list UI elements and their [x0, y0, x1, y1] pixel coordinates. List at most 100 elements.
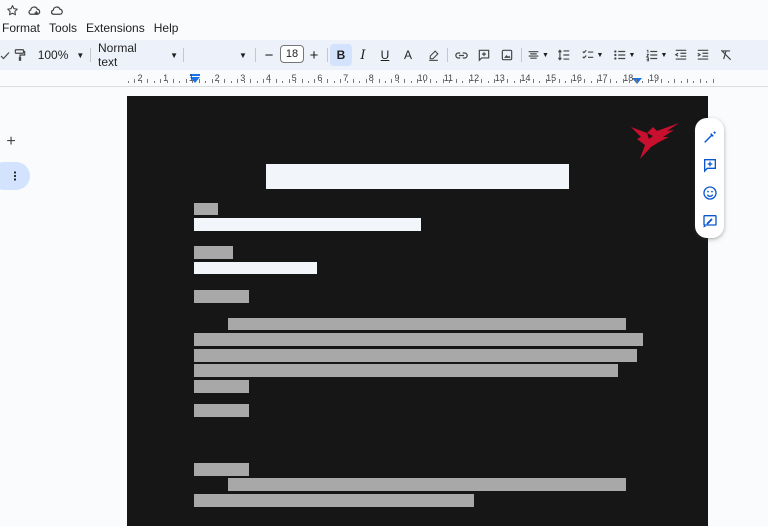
ruler-tick: [211, 79, 213, 83]
ruler-tick: [616, 81, 618, 83]
ruler-tick: [140, 81, 142, 83]
document-page[interactable]: [127, 96, 708, 526]
chevron-down-icon: ▼: [542, 51, 549, 59]
move-to-drive-icon[interactable]: [26, 2, 42, 18]
align-button[interactable]: ▼: [524, 44, 552, 66]
outline-toggle[interactable]: [0, 162, 30, 190]
add-tab-button[interactable]: +: [4, 133, 18, 150]
star-icon[interactable]: [4, 2, 20, 18]
ruler-tick: [423, 81, 425, 83]
redacted-text-line: [194, 380, 249, 393]
magic-pencil-icon[interactable]: [699, 126, 720, 147]
ruler-tick: [262, 79, 264, 83]
ruler-tick: [622, 79, 624, 83]
highlight-icon[interactable]: [422, 44, 444, 66]
font-select[interactable]: ▼: [236, 44, 250, 66]
ruler-tick: [680, 81, 682, 83]
ruler-tick: [198, 79, 200, 83]
ruler-tick: [205, 81, 207, 83]
ruler-tick: [314, 79, 316, 83]
decrease-font-size-button[interactable]: −: [258, 44, 280, 66]
link-icon[interactable]: [450, 44, 472, 66]
ruler-tick: [667, 81, 669, 83]
ruler-tick: [526, 81, 528, 83]
ruler-tick: [449, 81, 451, 83]
ruler-tick: [282, 81, 284, 83]
paint-format-icon[interactable]: [9, 44, 31, 66]
ruler-tick: [359, 81, 361, 83]
ruler-tick: [648, 79, 650, 83]
menu-bar: Format Tools Extensions Help: [0, 18, 183, 38]
ruler-tick: [436, 81, 438, 83]
right-indent-marker[interactable]: [632, 78, 642, 84]
ruler-tick: [699, 79, 701, 83]
underline-button[interactable]: U: [374, 44, 396, 66]
ruler-tick: [532, 79, 534, 83]
ruler-tick: [224, 79, 226, 83]
insert-image-icon[interactable]: [496, 44, 518, 66]
ruler-tick: [128, 81, 129, 83]
italic-button[interactable]: I: [352, 44, 374, 66]
ruler-tick: [571, 79, 573, 83]
ruler-tick: [519, 79, 521, 83]
ruler-tick: [635, 79, 637, 83]
checklist-icon: [581, 49, 593, 59]
cloud-status-icon[interactable]: [48, 2, 64, 18]
increase-font-size-button[interactable]: +: [303, 44, 325, 66]
more-vert-icon: [13, 171, 17, 181]
line-spacing-icon[interactable]: [553, 44, 575, 66]
suggest-edits-icon[interactable]: [699, 210, 720, 231]
chevron-down-icon: ▼: [170, 50, 178, 60]
ruler-tick: [192, 81, 194, 83]
ruler-tick: [230, 81, 232, 83]
chevron-down-icon: ▼: [239, 50, 247, 60]
ruler-tick: [301, 79, 303, 83]
ruler-tick: [603, 81, 605, 83]
insert-comment-icon[interactable]: [473, 44, 495, 66]
redacted-text-line: [194, 333, 643, 346]
increase-indent-icon[interactable]: [692, 44, 714, 66]
redacted-label: [194, 246, 233, 259]
text-color-button[interactable]: A: [397, 44, 419, 66]
ruler-tick: [256, 81, 258, 83]
bulleted-list-icon: [613, 50, 625, 60]
bold-button[interactable]: B: [330, 44, 352, 66]
ruler-tick: [487, 81, 489, 83]
menu-format[interactable]: Format: [0, 21, 45, 35]
chevron-down-icon: ▼: [628, 51, 636, 59]
font-size-input[interactable]: 18: [280, 45, 304, 63]
chevron-down-icon: ▼: [596, 51, 604, 59]
checklist-button[interactable]: ▼: [578, 44, 606, 66]
ruler-tick: [185, 79, 187, 83]
redacted-title: [266, 164, 569, 189]
menu-extensions[interactable]: Extensions: [82, 21, 150, 35]
style-select[interactable]: Normal text ▼: [98, 41, 178, 69]
menu-tools[interactable]: Tools: [45, 21, 82, 35]
ruler-tick: [275, 79, 277, 83]
numbered-list-button[interactable]: ▼: [642, 44, 670, 66]
add-comment-icon[interactable]: [699, 154, 720, 175]
ruler-tick: [327, 79, 329, 83]
ruler-tick: [693, 81, 695, 83]
menu-help[interactable]: Help: [150, 21, 184, 35]
redacted-text-line: [194, 494, 474, 507]
clear-formatting-icon[interactable]: [715, 44, 737, 66]
title-bar-icons: [0, 0, 768, 18]
ruler-tick: [494, 79, 496, 83]
zoom-select[interactable]: 100% ▼: [36, 44, 86, 66]
ruler-tick: [134, 79, 136, 83]
ruler-tick: [455, 79, 457, 83]
ruler-tick: [609, 79, 611, 83]
ruler-tick: [475, 81, 476, 83]
toolbar-divider: [90, 48, 91, 62]
ruler-tick: [442, 79, 444, 83]
redacted-field: [194, 218, 421, 231]
align-left-icon: [528, 50, 539, 59]
zoom-value: 100%: [37, 48, 69, 62]
ruler-tick: [552, 81, 554, 83]
decrease-indent-icon[interactable]: [670, 44, 692, 66]
bulleted-list-button[interactable]: ▼: [610, 44, 638, 66]
emoji-icon[interactable]: [699, 182, 720, 203]
ruler-tick: [153, 81, 155, 83]
ruler-tick: [288, 79, 290, 83]
